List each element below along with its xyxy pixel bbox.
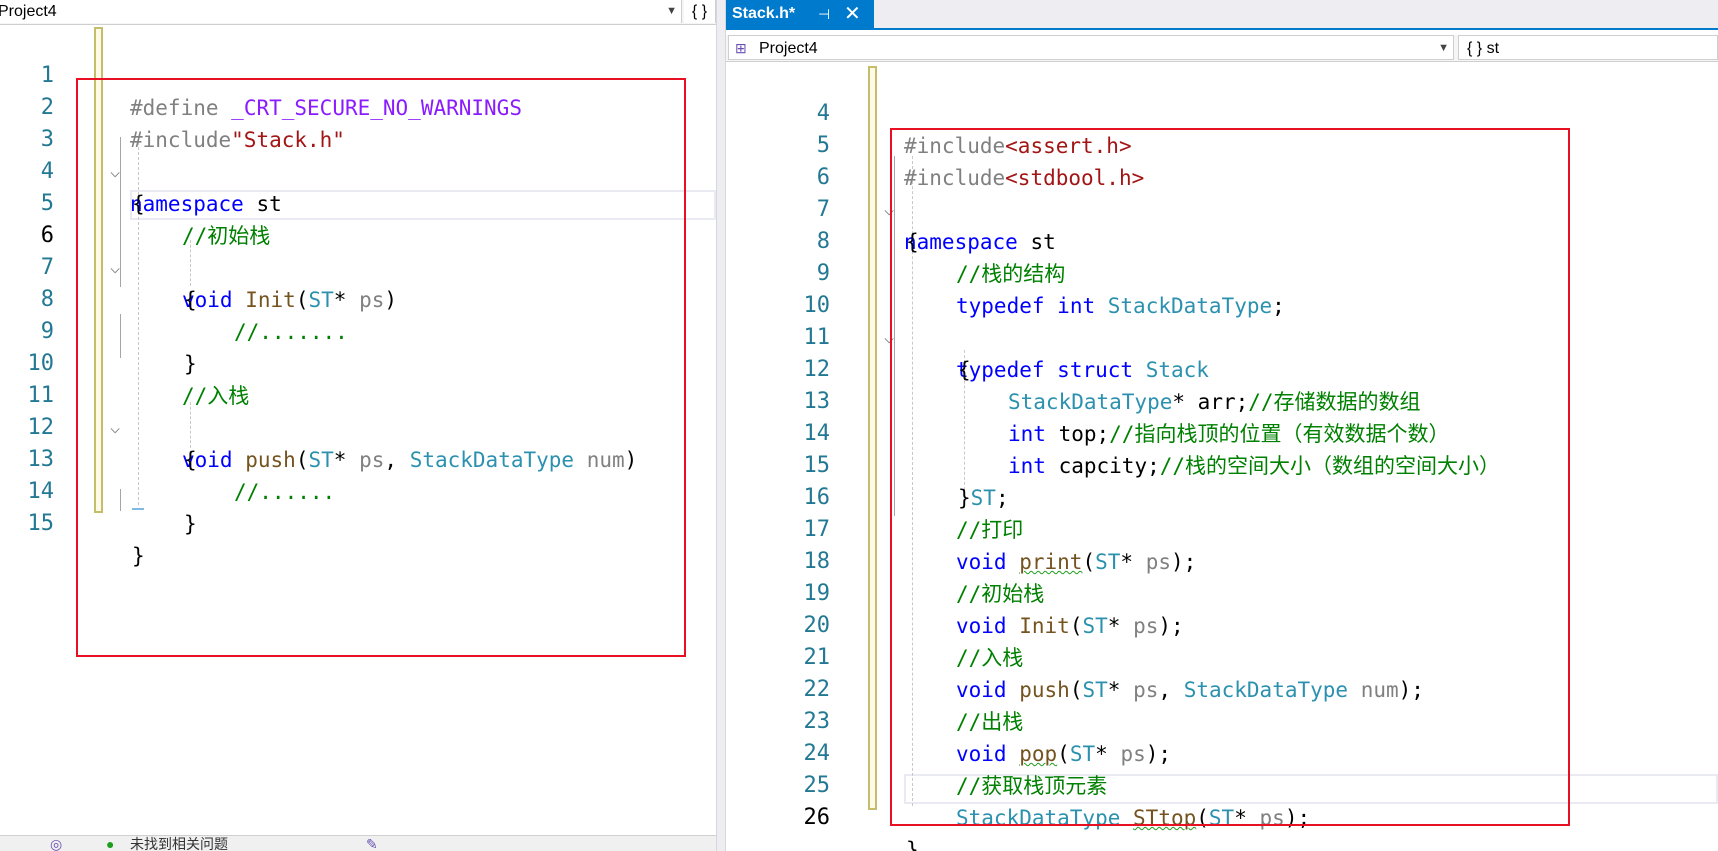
right-member-combo-value: { } st [1467, 40, 1500, 57]
right-navigation-bar: ⊞ Project4 ▼ { } st [726, 35, 1718, 62]
left-project-combo[interactable]: Project4 ▼ [0, 0, 682, 23]
left-member-combo[interactable]: { } [684, 0, 716, 23]
right-editor-pane: Stack.h* ⊣ ✕ ⊞ Project4 ▼ { } st 4 #incl… [726, 0, 1718, 851]
right-member-combo[interactable]: { } st [1458, 35, 1718, 60]
issues-status-text[interactable]: 未找到相关问题 [130, 836, 228, 851]
chevron-down-icon: ▼ [1438, 42, 1449, 54]
left-status-bar: ◎ ● 未找到相关问题 ✎ [0, 835, 716, 851]
tab-label: Stack.h* [732, 5, 796, 22]
token: } [906, 838, 919, 851]
highlight-box [890, 128, 1570, 826]
left-editor-pane: Project4 ▼ { } 1 #define _CRT_SECURE_NO_… [0, 0, 716, 851]
close-icon[interactable]: ✕ [844, 0, 861, 28]
code-line: 4 #include<assert.h> [726, 66, 1718, 158]
document-tab-strip: Stack.h* ⊣ ✕ [726, 0, 1718, 30]
project-icon: ⊞ [735, 40, 747, 56]
line-number: 15 [27, 511, 55, 536]
right-project-combo[interactable]: ⊞ Project4 ▼ [728, 35, 1454, 60]
chevron-down-icon: ▼ [666, 5, 677, 17]
pin-icon[interactable]: ⊣ [818, 0, 830, 28]
left-navigation-bar: Project4 ▼ { } [0, 0, 716, 25]
status-ok-icon: ● [106, 836, 115, 851]
highlight-box [76, 78, 686, 657]
code-text: } [906, 834, 919, 851]
right-project-combo-value: Project4 [759, 40, 818, 57]
left-member-combo-value: { } [691, 3, 708, 20]
left-project-combo-value: Project4 [0, 3, 57, 20]
line-number: 26 [803, 805, 831, 830]
pane-splitter[interactable] [716, 0, 726, 851]
info-icon: ◎ [50, 836, 63, 851]
brush-icon[interactable]: ✎ [366, 836, 378, 851]
code-line: 1 #define _CRT_SECURE_NO_WARNINGS [0, 28, 716, 120]
tab-stack-h[interactable]: Stack.h* ⊣ ✕ [726, 0, 874, 28]
code-line: 5 #include<stdbool.h> [726, 98, 1718, 190]
